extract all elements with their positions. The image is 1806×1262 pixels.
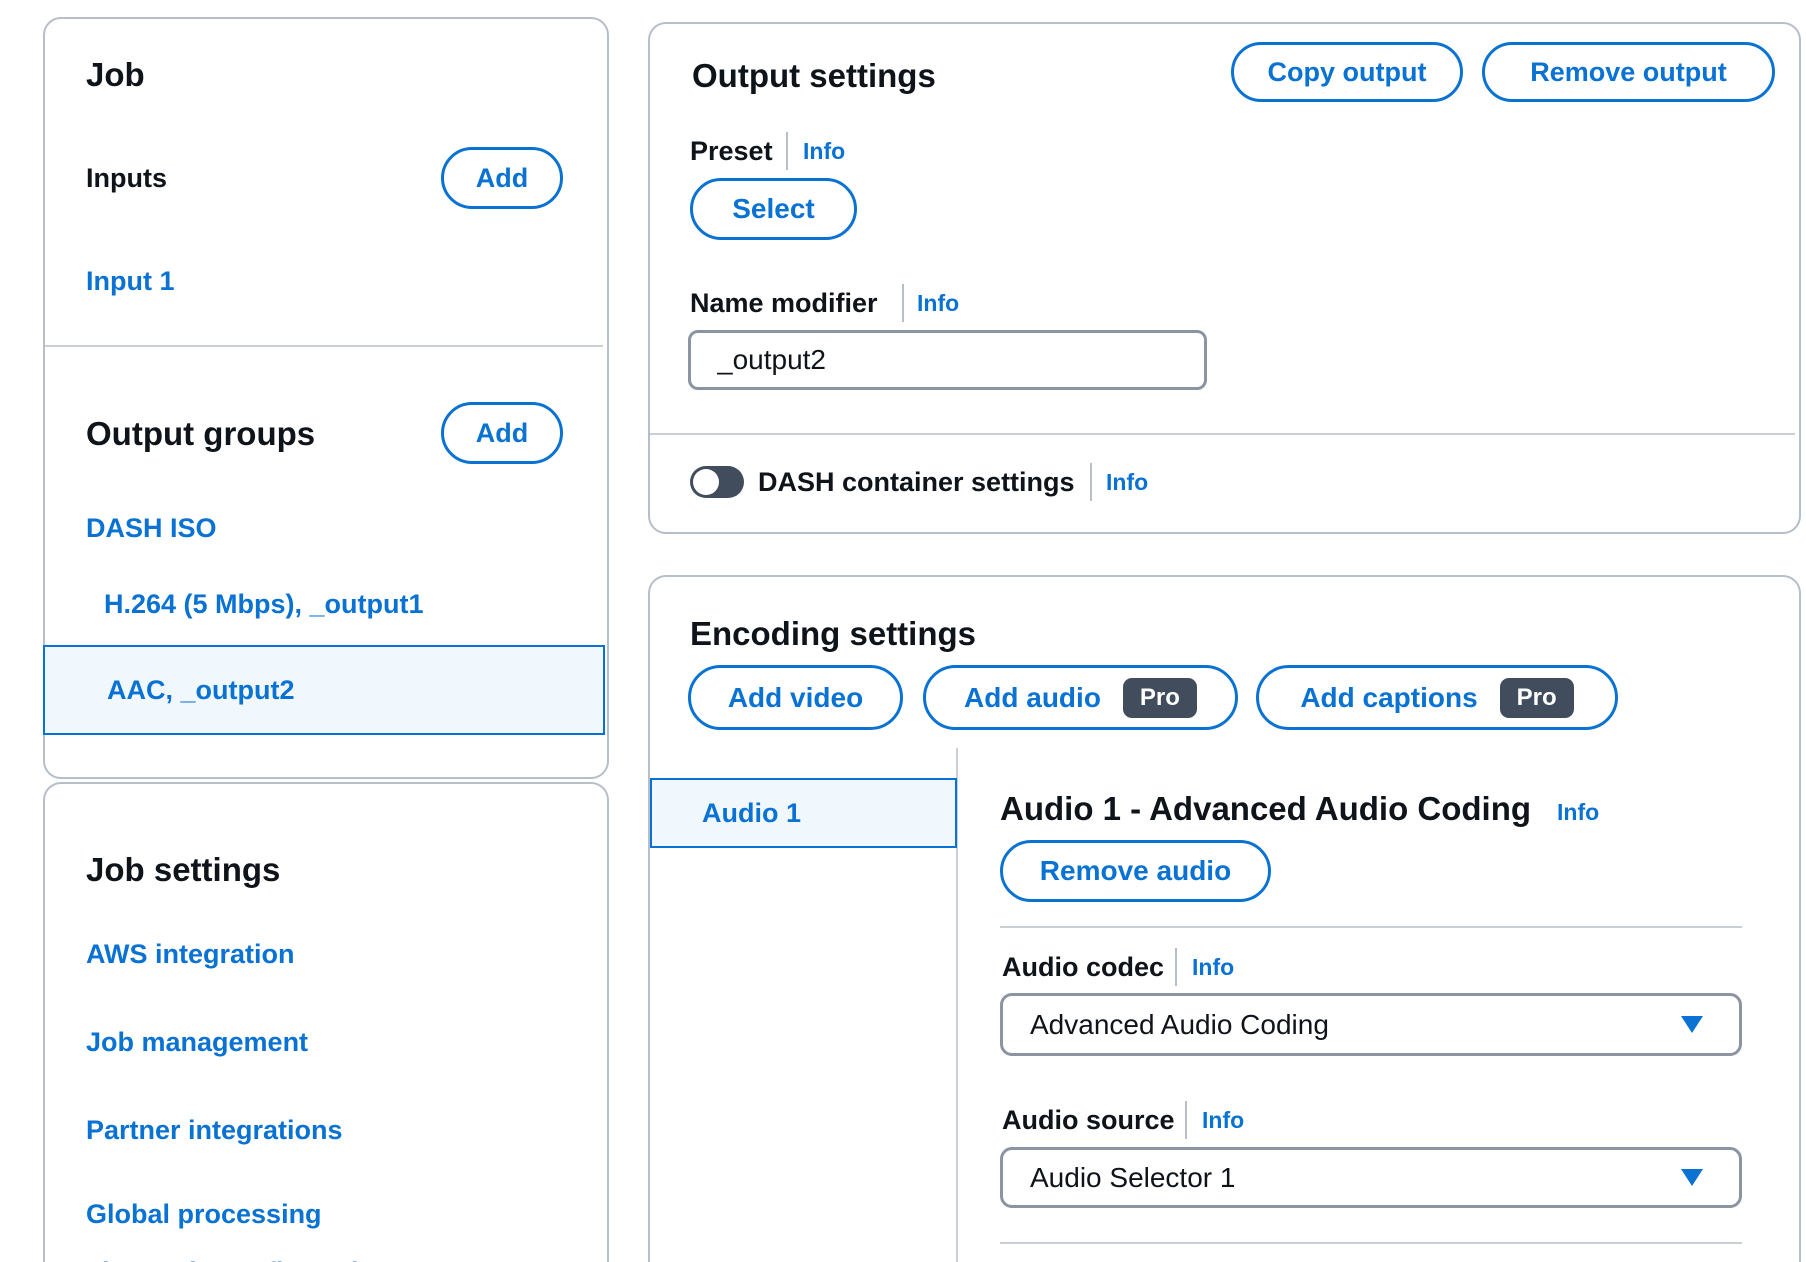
preset-info-link[interactable]: Info — [803, 135, 845, 167]
audio-source-info-link[interactable]: Info — [1202, 1104, 1244, 1136]
name-modifier-label-separator — [902, 284, 904, 322]
copy-output-button[interactable]: Copy output — [1231, 42, 1463, 102]
audio-panel-heading-row: Audio 1 - Advanced Audio Coding Info — [1000, 788, 1599, 830]
audio-source-label-separator — [1185, 1101, 1187, 1139]
preset-select-button-label: Select — [732, 193, 815, 225]
remove-audio-button-label: Remove audio — [1040, 855, 1231, 887]
sidebar-item-input-1[interactable]: Input 1 — [86, 263, 175, 299]
preset-label-separator — [786, 132, 788, 170]
preset-label: Preset — [690, 133, 773, 169]
name-modifier-input[interactable] — [688, 330, 1207, 390]
remove-audio-button[interactable]: Remove audio — [1000, 840, 1271, 902]
audio-source-select-value: Audio Selector 1 — [1030, 1162, 1235, 1194]
output-settings-title: Output settings — [692, 56, 936, 96]
dash-container-info-link[interactable]: Info — [1106, 466, 1148, 498]
dash-container-label-separator — [1090, 463, 1092, 501]
add-video-button[interactable]: Add video — [688, 665, 903, 730]
audio-codec-info-link[interactable]: Info — [1192, 951, 1234, 983]
add-output-group-button[interactable]: Add — [441, 402, 563, 464]
job-panel-title: Job — [86, 55, 145, 95]
sidebar-item-job-management[interactable]: Job management — [86, 1024, 308, 1060]
inputs-section-label: Inputs — [86, 158, 167, 198]
audio-panel-heading: Audio 1 - Advanced Audio Coding — [1000, 790, 1531, 828]
add-input-button-label: Add — [476, 163, 528, 194]
dash-container-settings-label: DASH container settings — [758, 464, 1075, 500]
audio-panel-info-link[interactable]: Info — [1557, 793, 1599, 826]
job-settings-section-label: Job settings — [86, 850, 280, 890]
encoding-settings-title: Encoding settings — [690, 614, 976, 654]
sidebar-item-global-processing[interactable]: Global processing — [86, 1196, 322, 1232]
audio-codec-label: Audio codec — [1002, 949, 1164, 985]
sidebar-item-timecode-configuration[interactable]: Timecode configuration — [86, 1254, 392, 1262]
mediaconvert-job-editor: Job Inputs Add Input 1 Output groups Add… — [0, 0, 1806, 1262]
caret-down-icon — [1681, 1169, 1703, 1186]
name-modifier-label: Name modifier — [690, 285, 878, 321]
add-video-button-label: Add video — [728, 682, 863, 714]
caret-down-icon — [1681, 1016, 1703, 1033]
sidebar-item-partner-integrations[interactable]: Partner integrations — [86, 1112, 343, 1148]
add-captions-button[interactable]: Add captions Pro — [1256, 665, 1618, 730]
audio-codec-label-separator — [1175, 948, 1177, 986]
tab-audio-1[interactable]: Audio 1 — [650, 778, 957, 848]
output-settings-divider — [650, 433, 1795, 435]
add-audio-button-label: Add audio — [964, 682, 1101, 714]
name-modifier-info-link[interactable]: Info — [917, 287, 959, 319]
remove-output-button[interactable]: Remove output — [1482, 42, 1775, 102]
add-captions-button-label: Add captions — [1300, 682, 1477, 714]
add-audio-pro-badge: Pro — [1123, 678, 1197, 718]
audio-source-label: Audio source — [1002, 1102, 1175, 1138]
tab-audio-1-label: Audio 1 — [702, 798, 801, 829]
preset-select-button[interactable]: Select — [690, 178, 857, 240]
audio-panel-divider-bottom — [1000, 1242, 1742, 1244]
audio-source-select[interactable]: Audio Selector 1 — [1000, 1147, 1742, 1208]
audio-codec-select-value: Advanced Audio Coding — [1030, 1009, 1329, 1041]
sidebar-item-output1[interactable]: H.264 (5 Mbps), _output1 — [104, 586, 424, 622]
remove-output-button-label: Remove output — [1530, 57, 1727, 88]
copy-output-button-label: Copy output — [1268, 57, 1427, 88]
audio-codec-select[interactable]: Advanced Audio Coding — [1000, 993, 1742, 1056]
add-input-button[interactable]: Add — [441, 147, 563, 209]
dash-container-toggle[interactable] — [690, 466, 744, 498]
add-audio-button[interactable]: Add audio Pro — [923, 665, 1238, 730]
add-output-group-button-label: Add — [476, 418, 528, 449]
output-groups-section-label: Output groups — [86, 414, 315, 454]
toggle-knob-icon — [693, 469, 719, 495]
sidebar-divider — [45, 345, 603, 347]
add-captions-pro-badge: Pro — [1500, 678, 1574, 718]
sidebar-item-dash-iso[interactable]: DASH ISO — [86, 510, 217, 546]
sidebar-item-aws-integration[interactable]: AWS integration — [86, 936, 295, 972]
audio-panel-divider-top — [1000, 926, 1742, 928]
sidebar-item-output2-label[interactable]: AAC, _output2 — [107, 672, 294, 708]
